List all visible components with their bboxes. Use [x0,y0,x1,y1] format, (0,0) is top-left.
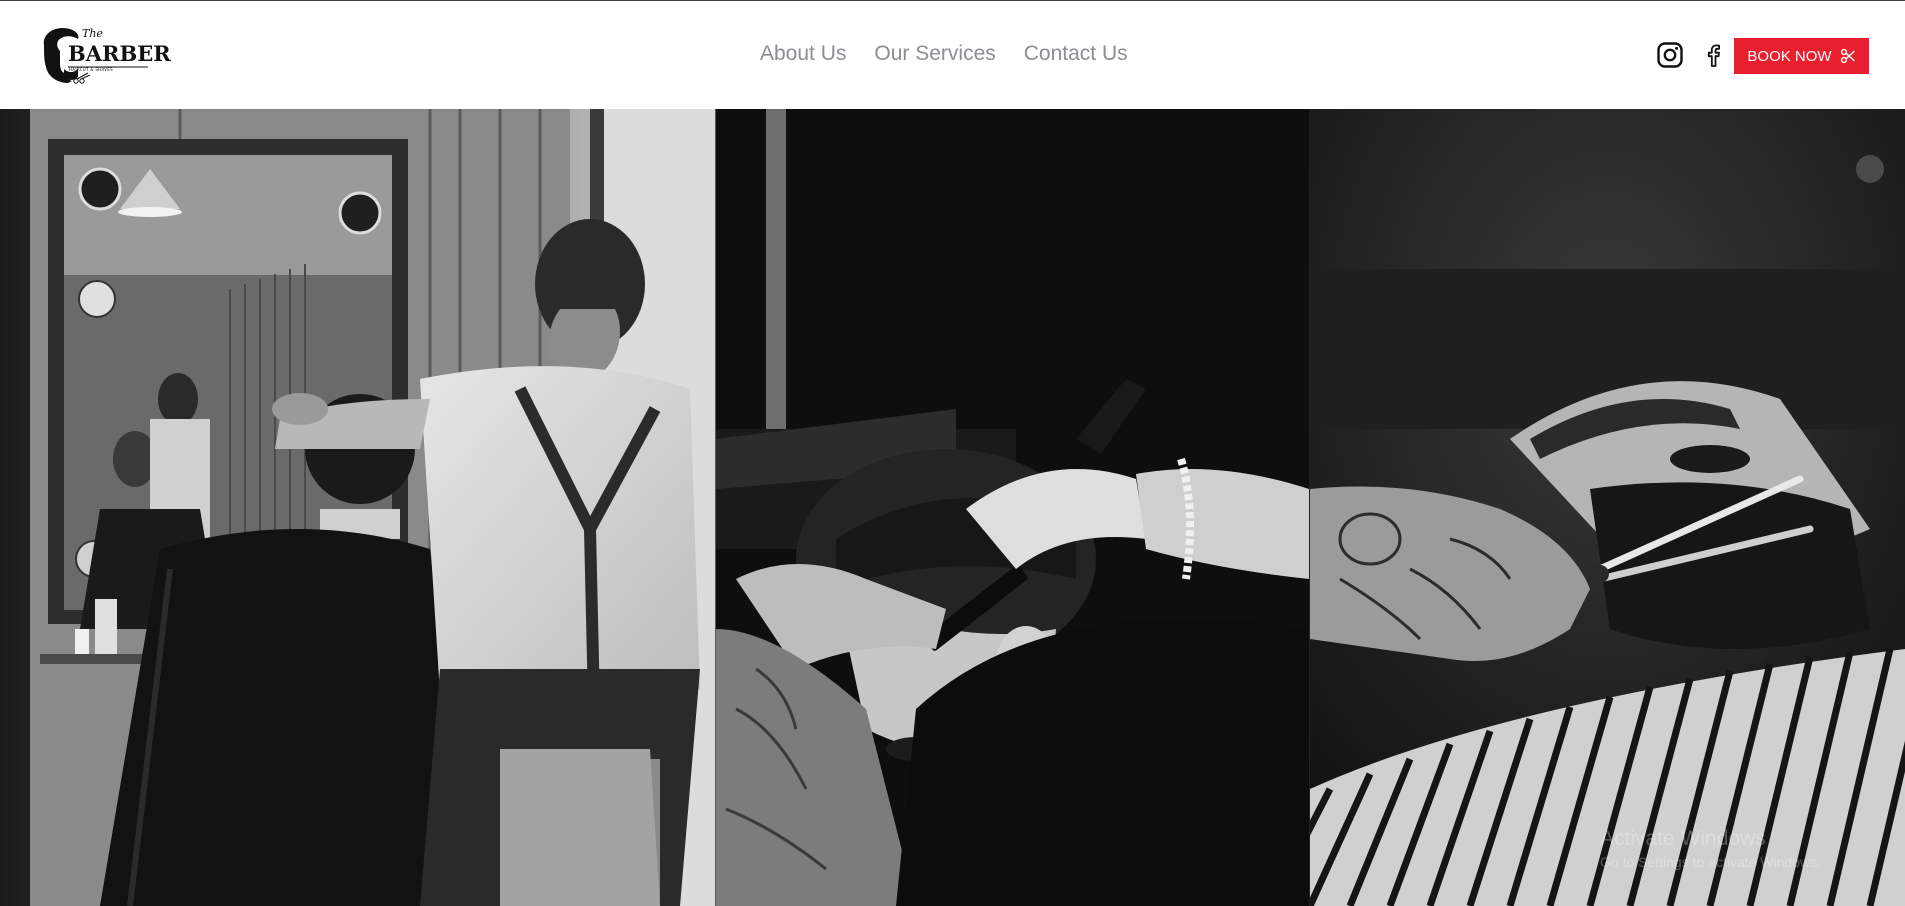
instagram-icon [1657,42,1683,68]
logo-name: BARBER [68,41,171,66]
site-header: The BARBER HAIRCUT & SHAVES About Us Our… [0,1,1905,109]
nav-contact-us[interactable]: Contact Us [1024,42,1128,66]
scissors-icon [1840,48,1855,64]
beard-trim-photo [1310,109,1905,906]
page: The BARBER HAIRCUT & SHAVES About Us Our… [0,0,1905,906]
logo-the: The [82,27,103,40]
haircut-photo [0,109,715,906]
book-now-label: BOOK NOW [1747,47,1832,65]
nav-our-services[interactable]: Our Services [874,42,995,66]
gallery-image-beard-trim [1310,109,1905,906]
gallery-image-haircut [0,109,716,906]
main-nav: About Us Our Services Contact Us [760,42,1128,66]
hero-gallery [0,109,1905,906]
book-now-button[interactable]: BOOK NOW [1734,38,1869,74]
facebook-icon [1707,44,1720,67]
nav-about-us[interactable]: About Us [760,42,846,66]
razor-photo [716,109,1309,906]
logo-tagline: HAIRCUT & SHAVES [69,67,113,72]
instagram-link[interactable] [1656,41,1684,69]
facebook-link[interactable] [1699,41,1727,69]
logo[interactable]: The BARBER HAIRCUT & SHAVES [38,23,171,87]
gallery-image-razor [716,109,1310,906]
